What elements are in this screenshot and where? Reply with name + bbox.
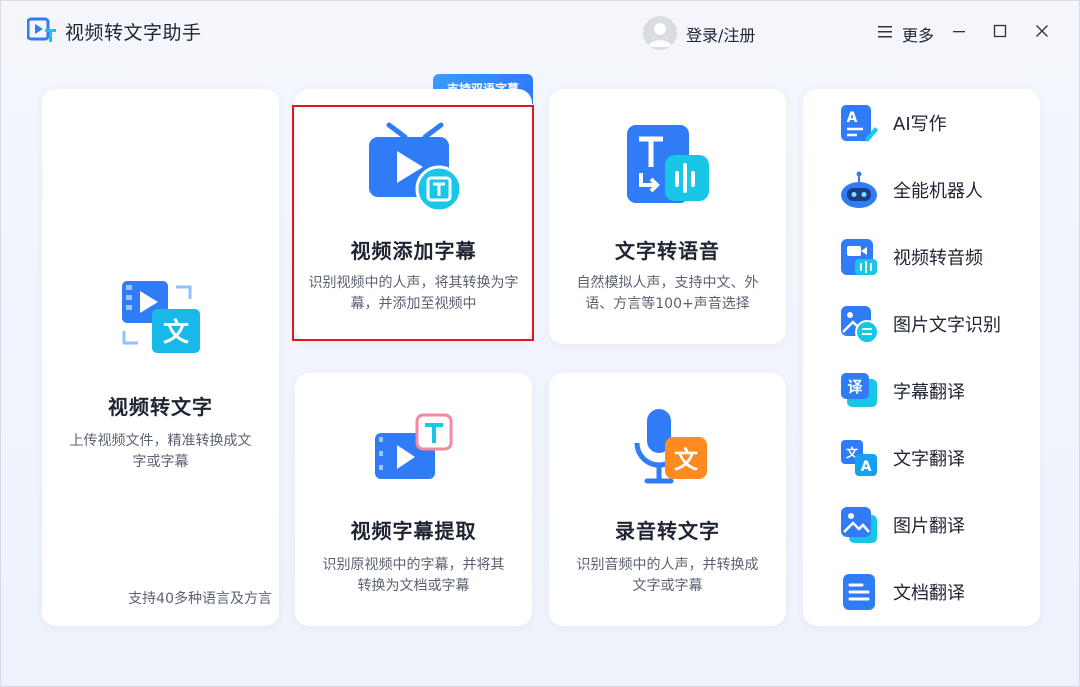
app-logo-icon bbox=[27, 17, 56, 42]
recording-to-text-desc: 识别音频中的人声，并转换成 文字或字幕 bbox=[557, 555, 778, 597]
close-button[interactable] bbox=[1030, 19, 1054, 43]
tool-item-image-ocr[interactable]: 图片文字识别 bbox=[803, 296, 1040, 352]
maximize-button[interactable] bbox=[988, 19, 1012, 43]
video-subtitle-icon bbox=[369, 122, 463, 213]
add-subtitles-title: 视频添加字幕 bbox=[350, 239, 477, 263]
tool-item-text-translate[interactable]: 文 A 文字翻译 bbox=[803, 430, 1040, 486]
recording-to-text-card[interactable]: 文 录音转文字 识别音频中的人声，并转换成 文字或字幕 bbox=[549, 373, 786, 626]
svg-text:A: A bbox=[847, 110, 858, 126]
tool-item-robot[interactable]: 全能机器人 bbox=[803, 162, 1040, 218]
tool-label: 图片翻译 bbox=[893, 516, 965, 537]
tool-label: 字幕翻译 bbox=[893, 382, 965, 403]
text-to-speech-card[interactable]: 文字转语音 自然模拟人声，支持中文、外 语、方言等100+声音选择 bbox=[549, 89, 786, 344]
extract-subtitles-title: 视频字幕提取 bbox=[350, 519, 477, 543]
desc-line: 幕，并添加至视频中 bbox=[350, 296, 477, 312]
video-to-text-title: 视频转文字 bbox=[108, 395, 213, 419]
tool-item-subtitle-translate[interactable]: 译 字幕翻译 bbox=[803, 363, 1040, 419]
minimize-icon bbox=[953, 31, 965, 33]
subtitle-translate-icon: 译 bbox=[841, 373, 877, 407]
recording-to-text-title: 录音转文字 bbox=[615, 519, 720, 543]
svg-text:文: 文 bbox=[674, 446, 699, 474]
desc-line: 识别原视频中的字幕，并将其 bbox=[322, 557, 505, 573]
tools-panel: A AI写作 全能机器人 视频转音频 图片文字识别 译 字幕翻译 文 A 文字翻… bbox=[803, 89, 1040, 626]
document-translate-icon bbox=[843, 574, 875, 610]
desc-line: 转换为文档或字幕 bbox=[357, 578, 470, 594]
svg-text:译: 译 bbox=[847, 378, 863, 396]
desc-line: 自然模拟人声，支持中文、外 bbox=[576, 275, 759, 291]
desc-line: 字或字幕 bbox=[132, 454, 189, 470]
menu-icon[interactable] bbox=[878, 25, 892, 39]
tool-label: AI写作 bbox=[893, 114, 947, 135]
desc-line: 语、方言等100+声音选择 bbox=[585, 296, 750, 312]
app-title: 视频转文字助手 bbox=[65, 22, 202, 44]
image-ocr-icon bbox=[841, 306, 879, 344]
desc-line: 文字或字幕 bbox=[632, 578, 703, 594]
text-to-speech-icon bbox=[627, 125, 709, 203]
login-register-link[interactable]: 登录/注册 bbox=[686, 22, 755, 46]
svg-text:A: A bbox=[861, 459, 872, 475]
maximize-icon bbox=[993, 24, 1007, 38]
tool-item-image-translate[interactable]: 图片翻译 bbox=[803, 497, 1040, 553]
extract-subtitles-card[interactable]: 视频字幕提取 识别原视频中的字幕，并将其 转换为文档或字幕 bbox=[295, 373, 532, 626]
desc-line: 上传视频文件，精准转换成文 bbox=[69, 433, 252, 449]
user-icon bbox=[648, 23, 672, 47]
ai-writing-icon: A bbox=[841, 105, 878, 142]
app-window: 视频转文字助手 登录/注册 更多 文 视频转文字 上传视频文件，精准转换成文 字… bbox=[0, 0, 1080, 687]
close-icon bbox=[1036, 25, 1048, 37]
tool-item-video-to-audio[interactable]: 视频转音频 bbox=[803, 229, 1040, 285]
tool-label: 视频转音频 bbox=[893, 248, 983, 269]
svg-text:文: 文 bbox=[163, 317, 190, 348]
image-translate-icon bbox=[841, 507, 877, 543]
tool-label: 图片文字识别 bbox=[893, 315, 1001, 336]
tool-label: 文档翻译 bbox=[893, 583, 965, 604]
video-to-audio-icon bbox=[841, 239, 877, 275]
video-to-text-icon: 文 bbox=[122, 281, 200, 353]
desc-line: 识别视频中的人声，将其转换为字 bbox=[308, 275, 519, 291]
extract-subtitles-desc: 识别原视频中的字幕，并将其 转换为文档或字幕 bbox=[303, 555, 524, 597]
subtitle-extract-icon bbox=[375, 413, 453, 479]
video-to-text-card[interactable]: 文 视频转文字 上传视频文件，精准转换成文 字或字幕 支持40多种语言及方言 bbox=[42, 89, 279, 626]
text-to-speech-desc: 自然模拟人声，支持中文、外 语、方言等100+声音选择 bbox=[557, 273, 778, 315]
text-translate-icon: 文 A bbox=[841, 440, 877, 476]
tool-item-ai-writing[interactable]: A AI写作 bbox=[803, 95, 1040, 151]
add-subtitles-card[interactable]: 视频添加字幕 识别视频中的人声，将其转换为字 幕，并添加至视频中 bbox=[295, 89, 532, 341]
more-menu-button[interactable]: 更多 bbox=[902, 22, 934, 46]
video-to-text-desc: 上传视频文件，精准转换成文 字或字幕 bbox=[52, 431, 269, 473]
language-support-note: 支持40多种语言及方言 bbox=[128, 591, 272, 607]
title-bar: 视频转文字助手 登录/注册 更多 bbox=[1, 1, 1079, 61]
avatar[interactable] bbox=[643, 16, 677, 50]
tool-item-document-translate[interactable]: 文档翻译 bbox=[803, 564, 1040, 620]
desc-line: 识别音频中的人声，并转换成 bbox=[576, 557, 759, 573]
tool-label: 文字翻译 bbox=[893, 449, 965, 470]
minimize-button[interactable] bbox=[947, 19, 971, 43]
microphone-text-icon: 文 bbox=[634, 409, 707, 484]
robot-icon bbox=[841, 171, 877, 208]
add-subtitles-desc: 识别视频中的人声，将其转换为字 幕，并添加至视频中 bbox=[299, 273, 528, 315]
tool-label: 全能机器人 bbox=[893, 181, 983, 202]
text-to-speech-title: 文字转语音 bbox=[615, 239, 720, 263]
